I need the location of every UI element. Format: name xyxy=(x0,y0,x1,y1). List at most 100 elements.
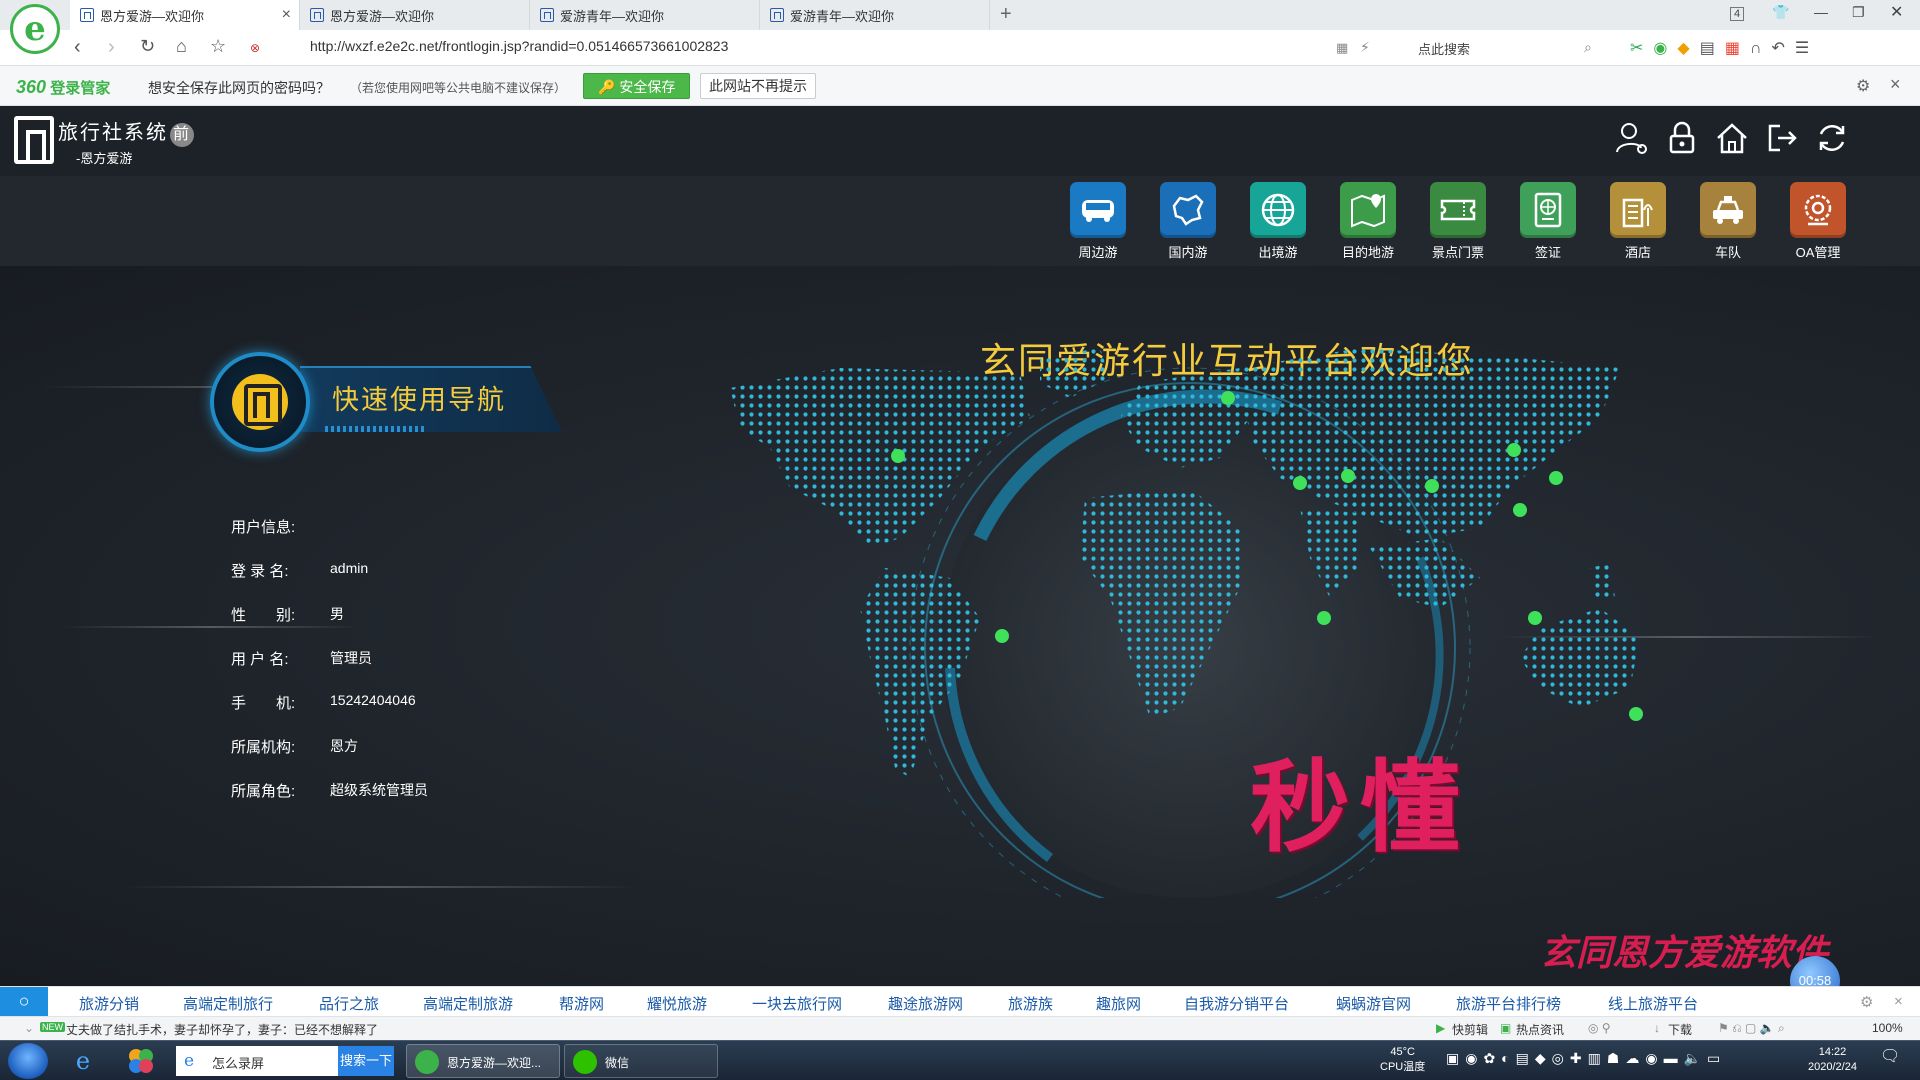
browser-tab[interactable]: 恩方爱游—欢迎你 × xyxy=(70,0,300,30)
insecure-icon[interactable]: ⊗ xyxy=(250,41,260,55)
field-label: 所属机构: xyxy=(231,739,296,756)
nav-label: 签证 xyxy=(1534,245,1561,260)
nav-label: 周边游 xyxy=(1078,245,1118,260)
taskbar-app-wechat[interactable]: 微信 xyxy=(564,1044,718,1078)
link-item[interactable]: 线上旅游平台 xyxy=(1608,993,1698,1014)
nav-scenic-ticket[interactable]: 景点门票 xyxy=(1423,182,1493,261)
tab-count-badge[interactable]: 4 xyxy=(1730,7,1745,21)
notification-icon[interactable]: 🗨 xyxy=(1880,1049,1900,1065)
link-item[interactable]: 趣途旅游网 xyxy=(888,993,963,1014)
never-prompt-button[interactable]: 此网站不再提示 xyxy=(700,73,816,99)
new-badge: NEW xyxy=(40,1022,65,1032)
home-icon[interactable]: ⌂ xyxy=(176,36,187,57)
favorites-link-bar: ○ 旅游分销 高端定制旅行 品行之旅 高端定制旅游 帮游网 耀悦旅游 一块去旅行… xyxy=(0,986,1920,1017)
speed-mode-icon[interactable]: ⚡ xyxy=(1360,39,1370,56)
link-item[interactable]: 旅游族 xyxy=(1008,993,1053,1014)
skin-icon[interactable]: 👕 xyxy=(1772,4,1789,21)
gear-icon[interactable]: ⚙ xyxy=(1856,76,1870,96)
safe-save-button[interactable]: 🔑 安全保存 xyxy=(583,73,691,99)
close-icon[interactable]: × xyxy=(1890,74,1901,95)
logout-icon[interactable] xyxy=(1764,120,1800,156)
field-label: 手 机: xyxy=(231,695,296,712)
link-item[interactable]: 旅游平台排行榜 xyxy=(1456,993,1561,1014)
media-player-icon[interactable] xyxy=(124,1045,158,1077)
site-favicon-icon xyxy=(540,8,554,22)
link-item[interactable]: 蜗蜗游官网 xyxy=(1336,993,1411,1014)
link-item[interactable]: 旅游分销 xyxy=(79,993,139,1014)
lock-icon[interactable] xyxy=(1664,120,1700,156)
browser-tab[interactable]: 爱游青年—欢迎你 xyxy=(760,0,990,30)
field-value: 恩方 xyxy=(330,738,358,754)
link-item[interactable]: 自我游分销平台 xyxy=(1184,993,1289,1014)
taxi-icon xyxy=(1700,182,1756,238)
background-streak xyxy=(120,886,640,888)
start-button-icon[interactable] xyxy=(8,1043,48,1079)
close-window-icon[interactable]: ✕ xyxy=(1890,2,1903,22)
link-item[interactable]: 趣旅网 xyxy=(1096,993,1141,1014)
link-item[interactable]: 品行之旅 xyxy=(319,993,379,1014)
forward-icon[interactable]: › xyxy=(108,36,115,59)
search-icon[interactable]: ○ xyxy=(0,987,48,1017)
app-logo-icon xyxy=(14,116,54,164)
nav-domestic-tour[interactable]: 国内游 xyxy=(1153,182,1223,261)
map-pin-icon xyxy=(1340,182,1396,238)
hotel-icon xyxy=(1610,182,1666,238)
field-value: 管理员 xyxy=(330,650,372,666)
restore-icon[interactable]: ❐ xyxy=(1852,4,1865,21)
nav-hotel[interactable]: 酒店 xyxy=(1603,182,1673,261)
status-tool-icons[interactable]: ◎ ⚲ xyxy=(1588,1021,1611,1035)
cpu-temperature[interactable]: 45°C CPU温度 xyxy=(1380,1045,1425,1075)
back-icon[interactable]: ‹ xyxy=(74,36,81,59)
tab-close-icon[interactable]: × xyxy=(282,6,291,24)
nav-nearby-tour[interactable]: 周边游 xyxy=(1063,182,1133,261)
nav-visa[interactable]: 签证 xyxy=(1513,182,1583,261)
ie-browser-icon[interactable]: e xyxy=(66,1045,100,1077)
site-favicon-icon xyxy=(310,8,324,22)
zoom-level[interactable]: 100% xyxy=(1872,1021,1903,1035)
link-item[interactable]: 耀悦旅游 xyxy=(647,993,707,1014)
nav-outbound-tour[interactable]: 出境游 xyxy=(1243,182,1313,261)
link-item[interactable]: 一块去旅行网 xyxy=(752,993,842,1014)
link-item[interactable]: 帮游网 xyxy=(559,993,604,1014)
status-tool-icons[interactable]: ⚑ ⎌ ▢ 🔈 ⌕ xyxy=(1718,1021,1785,1036)
browser-tab[interactable]: 恩方爱游—欢迎你 xyxy=(300,0,530,30)
reload-icon[interactable]: ↻ xyxy=(140,36,155,57)
system-tray-icons[interactable]: ▣◉✿◐▤◆◎✚▥☗☁◉▬🔈▭ xyxy=(1446,1051,1726,1066)
home-icon[interactable] xyxy=(1714,120,1750,156)
settings-icon[interactable]: ⚙ xyxy=(1860,993,1873,1011)
browser-tab[interactable]: 爱游青年—欢迎你 xyxy=(530,0,760,30)
site-favicon-icon xyxy=(80,8,94,22)
user-settings-icon[interactable] xyxy=(1614,120,1650,156)
nav-destination-tour[interactable]: 目的地游 xyxy=(1333,182,1403,261)
minimize-icon[interactable]: — xyxy=(1814,4,1828,20)
link-item[interactable]: 高端定制旅游 xyxy=(423,993,513,1014)
clock[interactable]: 14:22 2020/2/24 xyxy=(1808,1045,1857,1075)
browser-statusbar: ⌄ NEW 丈夫做了结扎手术，妻子却怀孕了，妻子：已经不想解释了 ▶ 快剪辑 ▣… xyxy=(0,1016,1920,1040)
search-icon[interactable]: ⌕ xyxy=(1584,39,1592,56)
link-item[interactable]: 高端定制旅行 xyxy=(183,993,273,1014)
download-icon[interactable]: ↓ xyxy=(1654,1021,1660,1035)
taskbar-search-input[interactable]: e 怎么录屏 xyxy=(176,1046,338,1076)
status-item[interactable]: 快剪辑 xyxy=(1452,1021,1488,1038)
taskbar-search-button[interactable]: 搜索一下 xyxy=(338,1046,394,1076)
nav-fleet[interactable]: 车队 xyxy=(1693,182,1763,261)
search-input[interactable]: 点此搜索 xyxy=(1410,35,1600,61)
status-item[interactable]: 热点资讯 xyxy=(1516,1021,1564,1038)
taskbar-app-browser[interactable]: 恩方爱游—欢迎... xyxy=(406,1044,560,1078)
save-password-note: （若您使用网吧等公共电脑不建议保存） xyxy=(350,81,567,95)
bookmark-star-icon[interactable]: ☆ xyxy=(210,36,226,57)
app-subtitle: -恩方爱游 xyxy=(76,151,133,166)
gears-icon xyxy=(1790,182,1846,238)
status-item[interactable]: 下载 xyxy=(1668,1021,1692,1038)
extension-icons[interactable]: ✂◉◆▤▦∩↶☰ xyxy=(1630,38,1819,58)
nav-oa-management[interactable]: OA管理 xyxy=(1783,182,1853,261)
close-icon[interactable]: × xyxy=(1894,993,1903,1010)
url-input[interactable]: http://wxzf.e2e2c.net/frontlogin.jsp?ran… xyxy=(310,38,728,54)
qr-code-icon[interactable]: ▦ xyxy=(1336,40,1348,56)
chevron-down-icon[interactable]: ⌄ xyxy=(24,1021,34,1035)
new-tab-button[interactable]: + xyxy=(1000,3,1012,26)
site-favicon-icon xyxy=(770,8,784,22)
browser-logo-icon[interactable]: e xyxy=(10,4,60,54)
refresh-icon[interactable] xyxy=(1814,120,1850,156)
news-ticker[interactable]: 丈夫做了结扎手术，妻子却怀孕了，妻子：已经不想解释了 xyxy=(66,1021,378,1038)
